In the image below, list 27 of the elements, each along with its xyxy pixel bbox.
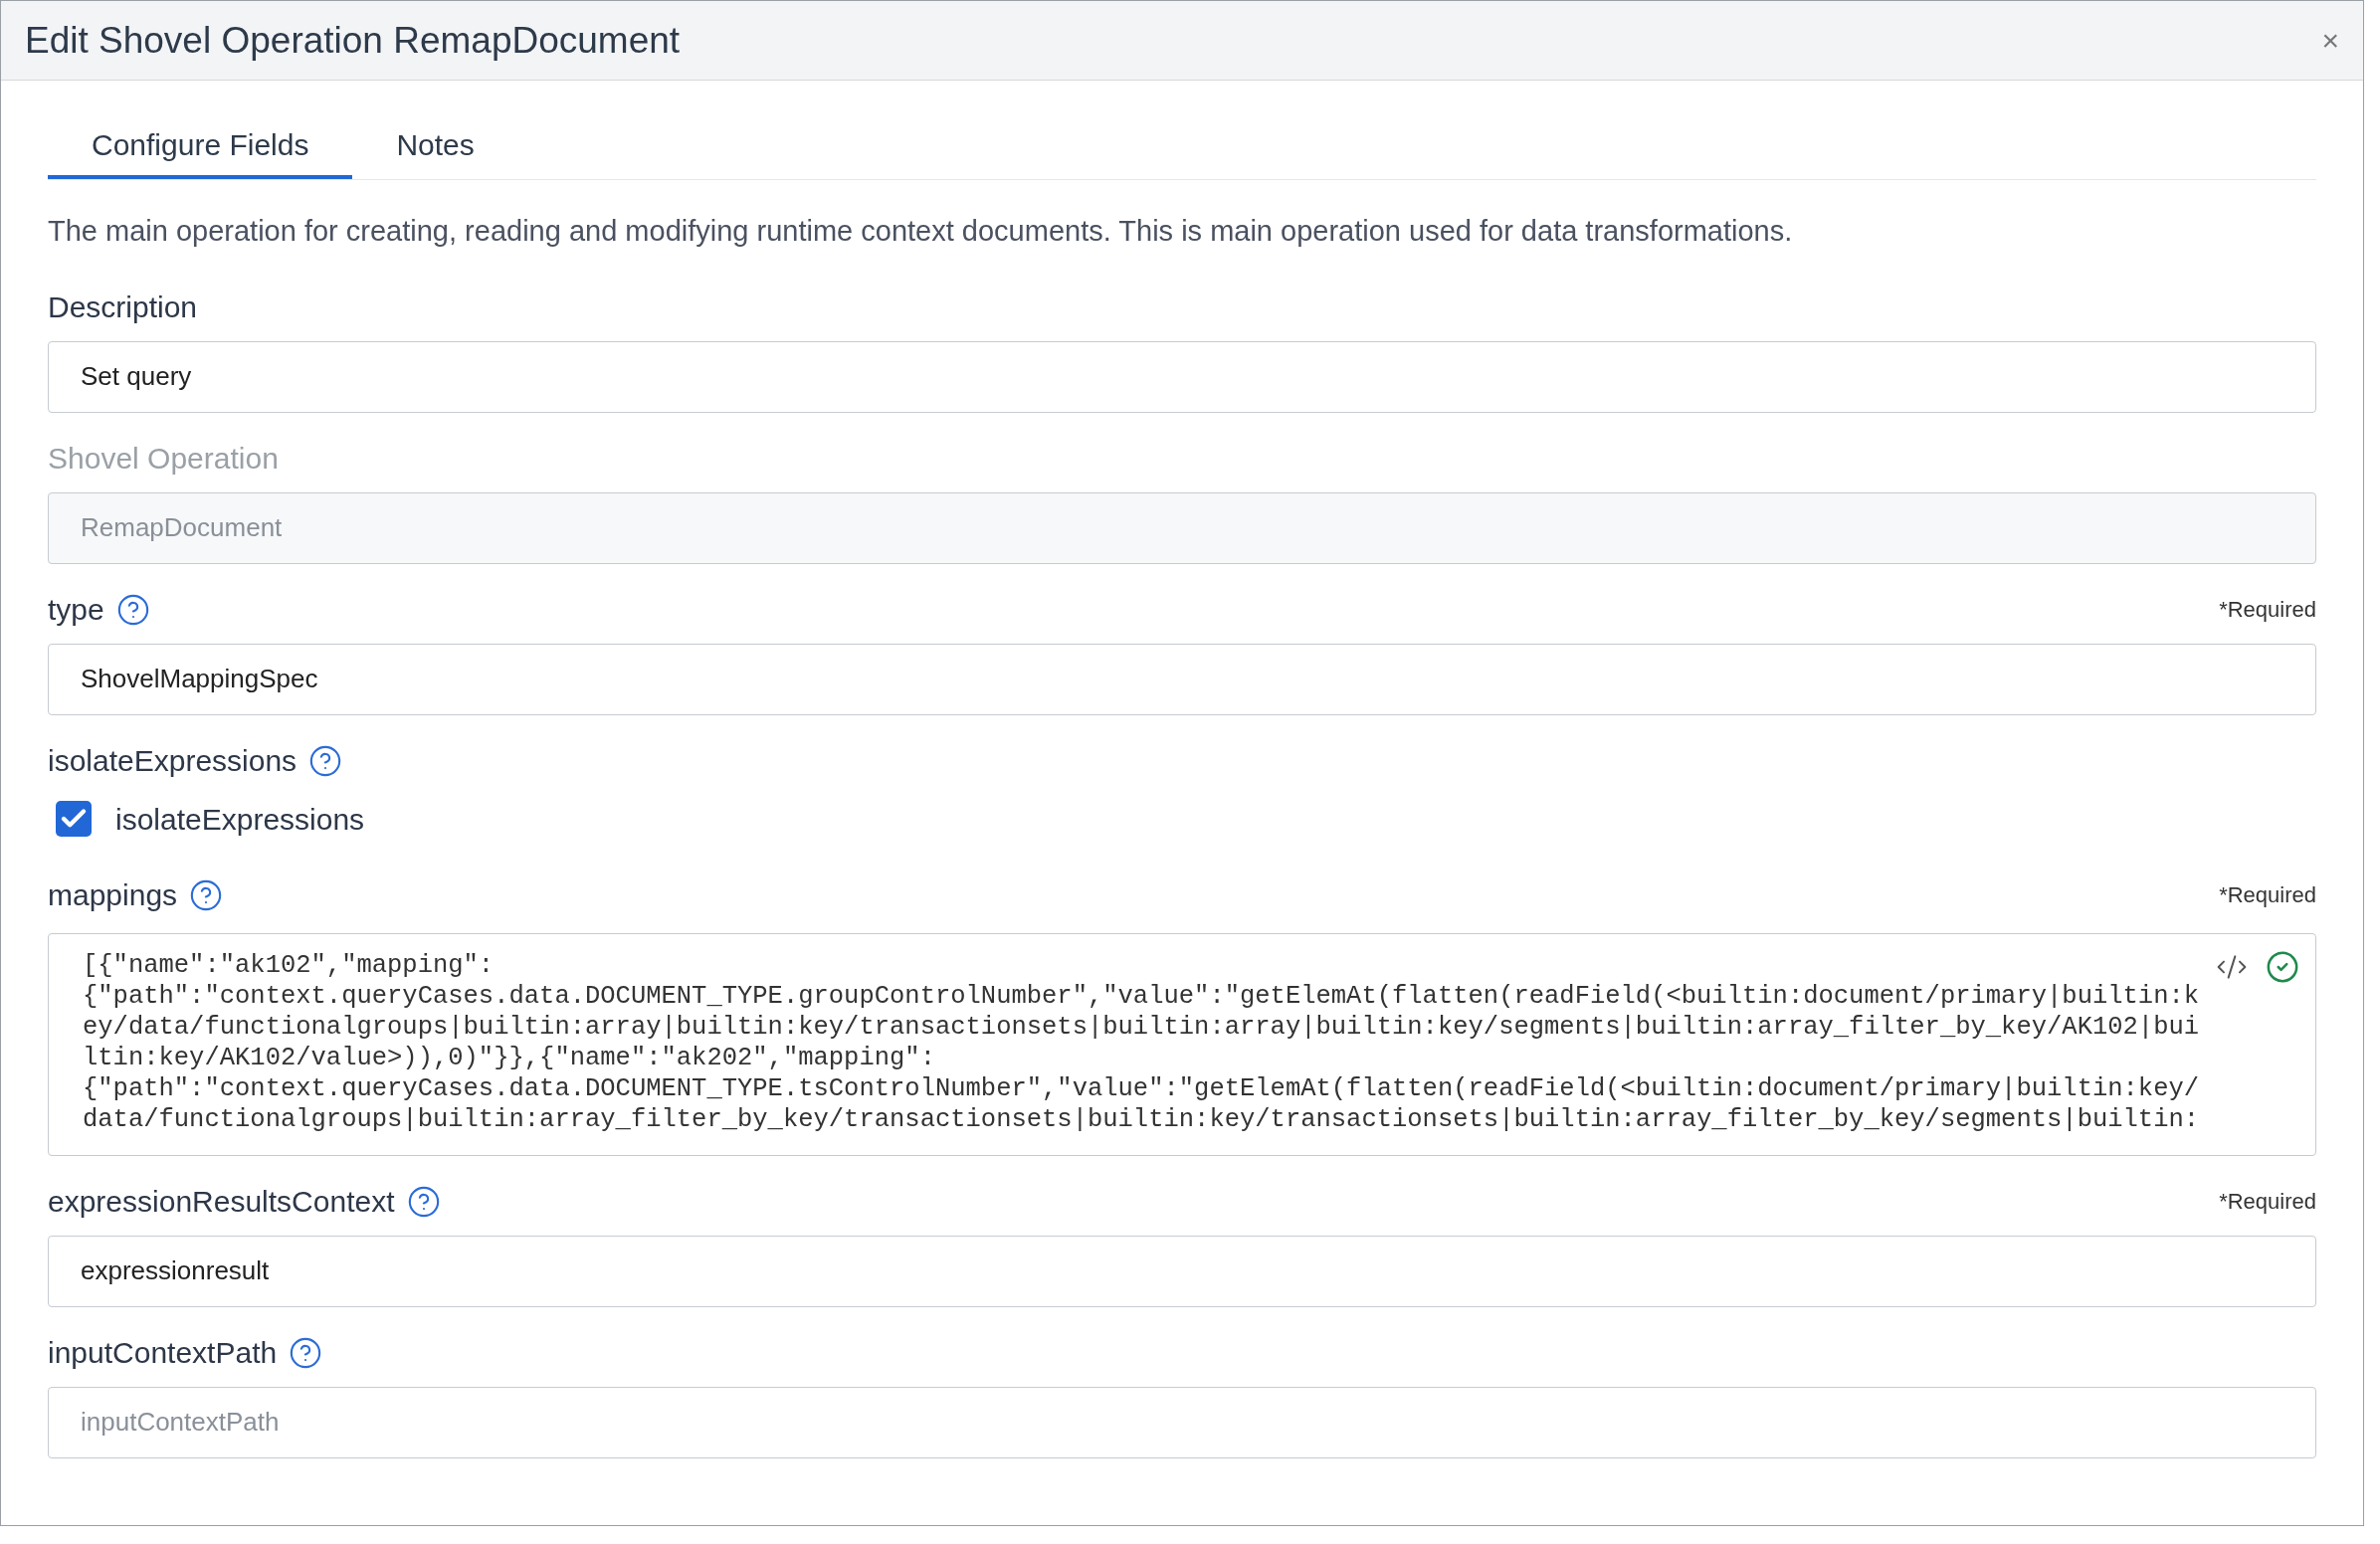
required-note: *Required <box>2219 596 2316 624</box>
field-label: Shovel Operation <box>48 441 279 477</box>
text-field[interactable]: ShovelMappingSpec <box>48 643 2316 715</box>
checkbox[interactable] <box>56 801 92 837</box>
text-field[interactable]: inputContextPath <box>48 1386 2316 1458</box>
help-icon[interactable] <box>406 1184 441 1219</box>
intro-text: The main operation for creating, reading and modifying runtime context documents. This is main operation used for data transformations. <box>48 214 1794 249</box>
field-label: isolateExpressions <box>48 743 298 779</box>
text-field[interactable]: Set query <box>48 340 2316 413</box>
close-button[interactable]: × <box>2321 25 2339 56</box>
help-icon[interactable] <box>115 592 150 627</box>
help-icon[interactable] <box>289 1335 323 1370</box>
checkbox-label: isolateExpressions <box>115 801 365 838</box>
tab[interactable]: Configure Fields <box>48 122 353 179</box>
help-icon[interactable] <box>189 877 224 912</box>
help-icon[interactable] <box>308 743 343 778</box>
field-label: type <box>48 592 104 628</box>
required-note: *Required <box>2219 881 2316 909</box>
tab[interactable]: Notes <box>352 122 518 179</box>
code-field[interactable]: [{"name":"ak102","mapping": {"path":"context.queryCases.data.DOCUMENT_TYPE.groupControlNumber","value":"getElemAt(flatten(readField(<builtin:document/primary|builtin:k ey/data/functionalgroups|builtin:array|builtin:key/transactionsets|builtin:array|builtin:key/segments|builtin:array_filter_by_key/AK102|bui ltin:key/AK102/value>)),0)"}},{"name":"ak202","mapping": {"path":"context.queryCases.data.DOCUMENT_TYPE.tsControlNumber","value":"getElemAt(flatten(readField(<builtin:document/primary|builtin:key/ data/functionalgroups|builtin:array_filter_by_key/transactionsets|builtin:key/transactionsets|builtin:array_filter_by_key/segments|builtin: <box>49 933 2315 1155</box>
field-label: expressionResultsContext <box>48 1184 395 1220</box>
field-label: mappings <box>48 877 178 913</box>
text-field[interactable]: expressionresult <box>48 1235 2316 1307</box>
field-label: Description <box>48 290 198 325</box>
dialog-title: Edit Shovel Operation RemapDocument <box>25 18 681 63</box>
required-note: *Required <box>2219 1188 2316 1216</box>
field-label: inputContextPath <box>48 1335 278 1371</box>
